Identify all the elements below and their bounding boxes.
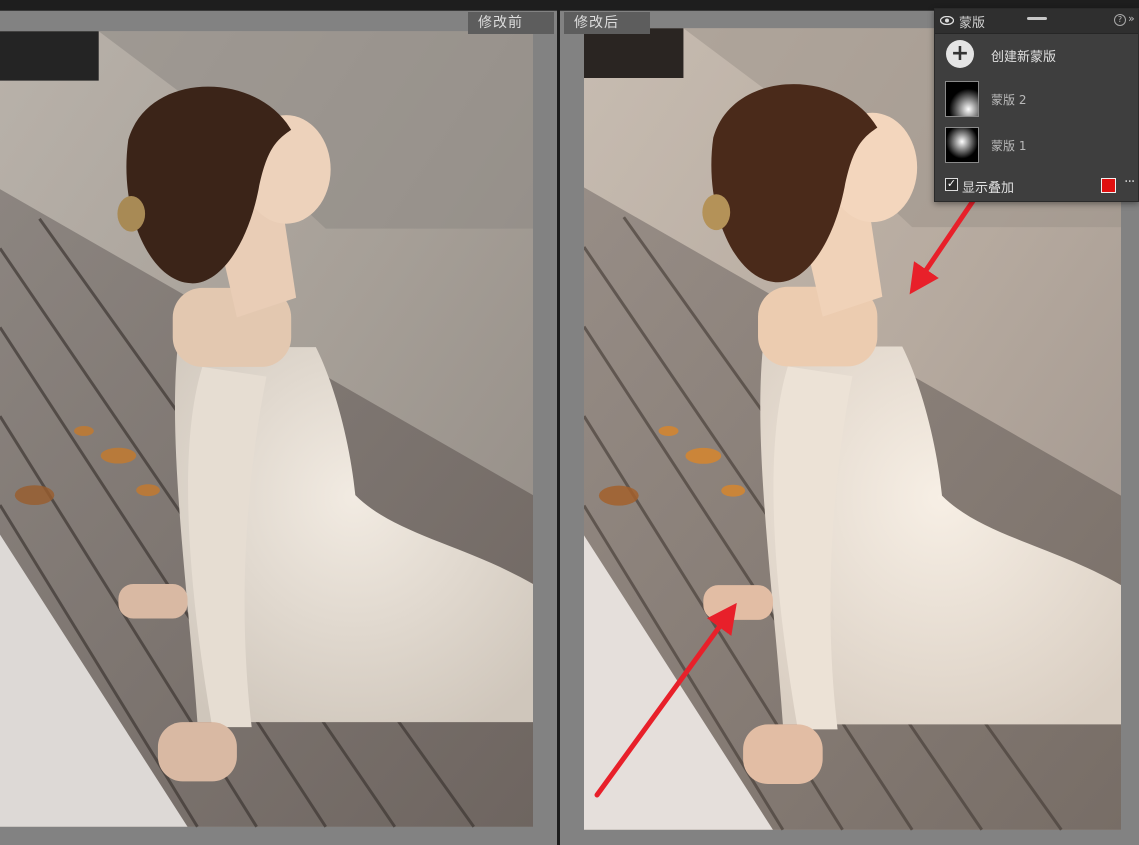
- mask-item[interactable]: 蒙版 1: [935, 125, 1138, 167]
- create-mask-row[interactable]: + 创建新蒙版: [935, 37, 1138, 73]
- add-mask-button[interactable]: +: [946, 40, 974, 68]
- mask-label: 蒙版 1: [991, 139, 1027, 153]
- create-mask-label[interactable]: 创建新蒙版: [991, 46, 1056, 65]
- compare-divider[interactable]: [557, 10, 560, 845]
- overlay-color-swatch[interactable]: [1101, 178, 1116, 193]
- mask-panel-title: 蒙版: [959, 16, 986, 31]
- before-photo: [0, 26, 533, 832]
- mask-item[interactable]: 蒙版 2: [935, 79, 1138, 121]
- mask-thumbnail-icon: [945, 127, 979, 163]
- before-label: 修改前: [468, 12, 554, 34]
- show-overlay-row[interactable]: ✓ 显示叠加 ···: [935, 174, 1138, 200]
- collapse-icon[interactable]: »: [1128, 12, 1135, 25]
- after-label: 修改后: [564, 12, 650, 34]
- drag-grip-icon[interactable]: [1027, 17, 1047, 20]
- mask-label: 蒙版 2: [991, 93, 1027, 107]
- show-overlay-label[interactable]: 显示叠加: [962, 177, 1014, 196]
- more-options-icon[interactable]: ···: [1124, 174, 1135, 190]
- show-overlay-checkbox[interactable]: ✓: [945, 178, 958, 191]
- mask-thumbnail-icon: [945, 81, 979, 117]
- mask-panel-header[interactable]: 蒙版 ? »: [935, 9, 1138, 34]
- mask-panel[interactable]: 蒙版 ? » + 创建新蒙版 蒙版 2 蒙版 1 ✓ 显示叠加 ···: [934, 8, 1139, 202]
- eye-icon[interactable]: [940, 16, 954, 25]
- help-icon[interactable]: ?: [1114, 14, 1126, 26]
